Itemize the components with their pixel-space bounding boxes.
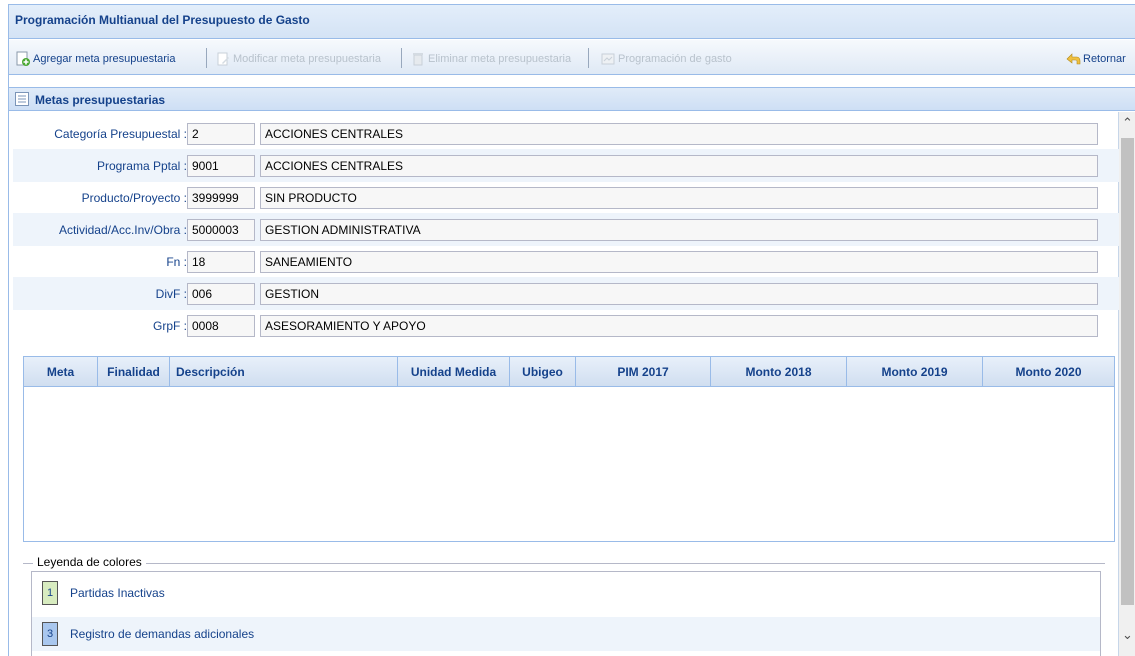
goals-panel-title: Metas presupuestarias (35, 93, 166, 107)
form-label: DivF : (155, 287, 187, 301)
column-header-ubigeo[interactable]: Ubigeo (510, 357, 576, 387)
code-field[interactable]: 3999999 (187, 187, 255, 209)
form-row-product: Producto/Proyecto : 3999999 SIN PRODUCTO (13, 181, 1119, 214)
toolbar-separator (588, 48, 589, 68)
code-field[interactable]: 006 (187, 283, 255, 305)
column-header-monto-2019[interactable]: Monto 2019 (847, 357, 983, 387)
form-label: Producto/Proyecto : (81, 191, 187, 205)
delete-goal-button[interactable]: Eliminar meta presupuestaria (410, 51, 571, 67)
legend-swatch: 3 (42, 622, 58, 646)
code-field[interactable]: 9001 (187, 155, 255, 177)
legend-label: Partidas Inactivas (70, 586, 165, 600)
return-button[interactable]: Retornar (1065, 51, 1126, 67)
form-row-program: Programa Pptal : 9001 ACCIONES CENTRALES (13, 149, 1119, 182)
form-row-division: DivF : 006 GESTION (13, 277, 1119, 310)
return-arrow-icon (1065, 51, 1081, 67)
description-field[interactable]: ACCIONES CENTRALES (260, 123, 1098, 145)
grid-header: Meta Finalidad Descripción Unidad Medida… (24, 357, 1114, 387)
scrollbar-thumb[interactable] (1121, 138, 1134, 605)
modify-goal-button[interactable]: Modificar meta presupuestaria (215, 51, 381, 67)
expense-programming-button[interactable]: Programación de gasto (600, 51, 732, 67)
description-field[interactable]: ASESORAMIENTO Y APOYO (260, 315, 1098, 337)
edit-document-icon (215, 51, 231, 67)
column-header-monto-2020[interactable]: Monto 2020 (983, 357, 1114, 387)
form-label: Programa Pptal : (96, 159, 187, 173)
window-title: Programación Multianual del Presupuesto … (15, 13, 310, 27)
list-icon (15, 92, 29, 106)
description-field[interactable]: GESTION (260, 283, 1098, 305)
expense-programming-label: Programación de gasto (618, 53, 732, 65)
scroll-down-icon[interactable]: ⌄ (1121, 628, 1134, 642)
column-header-unidad-medida[interactable]: Unidad Medida (398, 357, 510, 387)
modify-goal-label: Modificar meta presupuestaria (233, 53, 381, 65)
code-field[interactable]: 18 (187, 251, 255, 273)
window-title-bar: Programación Multianual del Presupuesto … (9, 5, 1135, 39)
legend-item: 3 Registro de demandas adicionales (32, 617, 1100, 651)
code-field[interactable]: 0008 (187, 315, 255, 337)
legend-box: 1 Partidas Inactivas 3 Registro de deman… (31, 571, 1101, 656)
goals-panel-body: Categoría Presupuestal : 2 ACCIONES CENT… (9, 112, 1119, 656)
form-row-activity: Actividad/Acc.Inv/Obra : 5000003 GESTION… (13, 213, 1119, 246)
legend-divider (23, 563, 1105, 564)
form-label: Actividad/Acc.Inv/Obra : (58, 223, 187, 237)
toolbar-separator (206, 48, 207, 68)
add-document-icon (15, 51, 31, 67)
color-legend: Leyenda de colores 1 Partidas Inactivas … (23, 555, 1111, 656)
toolbar-separator (401, 48, 402, 68)
description-field[interactable]: SIN PRODUCTO (260, 187, 1098, 209)
programming-icon (600, 51, 616, 67)
trash-icon (410, 51, 426, 67)
column-header-descripcion[interactable]: Descripción (170, 357, 398, 387)
legend-title: Leyenda de colores (33, 555, 146, 569)
scroll-up-icon[interactable]: ⌃ (1121, 116, 1134, 130)
column-header-monto-2018[interactable]: Monto 2018 (711, 357, 847, 387)
column-header-meta[interactable]: Meta (24, 357, 98, 387)
form-label: Categoría Presupuestal : (54, 127, 187, 141)
form-label: GrpF : (152, 319, 187, 333)
legend-item: 1 Partidas Inactivas (32, 576, 1100, 610)
main-window: Programación Multianual del Presupuesto … (8, 4, 1135, 656)
return-label: Retornar (1083, 53, 1126, 65)
add-goal-button[interactable]: Agregar meta presupuestaria (15, 51, 175, 67)
delete-goal-label: Eliminar meta presupuestaria (428, 53, 572, 65)
description-field[interactable]: ACCIONES CENTRALES (260, 155, 1098, 177)
column-header-finalidad[interactable]: Finalidad (98, 357, 170, 387)
description-field[interactable]: SANEAMIENTO (260, 251, 1098, 273)
add-goal-label: Agregar meta presupuestaria (33, 53, 176, 65)
toolbar: Agregar meta presupuestaria Modificar me… (9, 40, 1135, 75)
form-row-category: Categoría Presupuestal : 2 ACCIONES CENT… (13, 117, 1119, 150)
form-row-group: GrpF : 0008 ASESORAMIENTO Y APOYO (13, 309, 1119, 342)
form-label: Fn : (166, 255, 187, 269)
code-field[interactable]: 5000003 (187, 219, 255, 241)
goals-grid: Meta Finalidad Descripción Unidad Medida… (23, 356, 1115, 542)
legend-label: Registro de demandas adicionales (70, 627, 255, 641)
legend-swatch: 1 (42, 581, 58, 605)
vertical-scrollbar[interactable]: ⌃ ⌄ (1119, 112, 1135, 656)
column-header-pim-2017[interactable]: PIM 2017 (576, 357, 711, 387)
code-field[interactable]: 2 (187, 123, 255, 145)
form-row-function: Fn : 18 SANEAMIENTO (13, 245, 1119, 278)
description-field[interactable]: GESTION ADMINISTRATIVA (260, 219, 1098, 241)
goals-panel-header[interactable]: Metas presupuestarias (9, 87, 1135, 111)
